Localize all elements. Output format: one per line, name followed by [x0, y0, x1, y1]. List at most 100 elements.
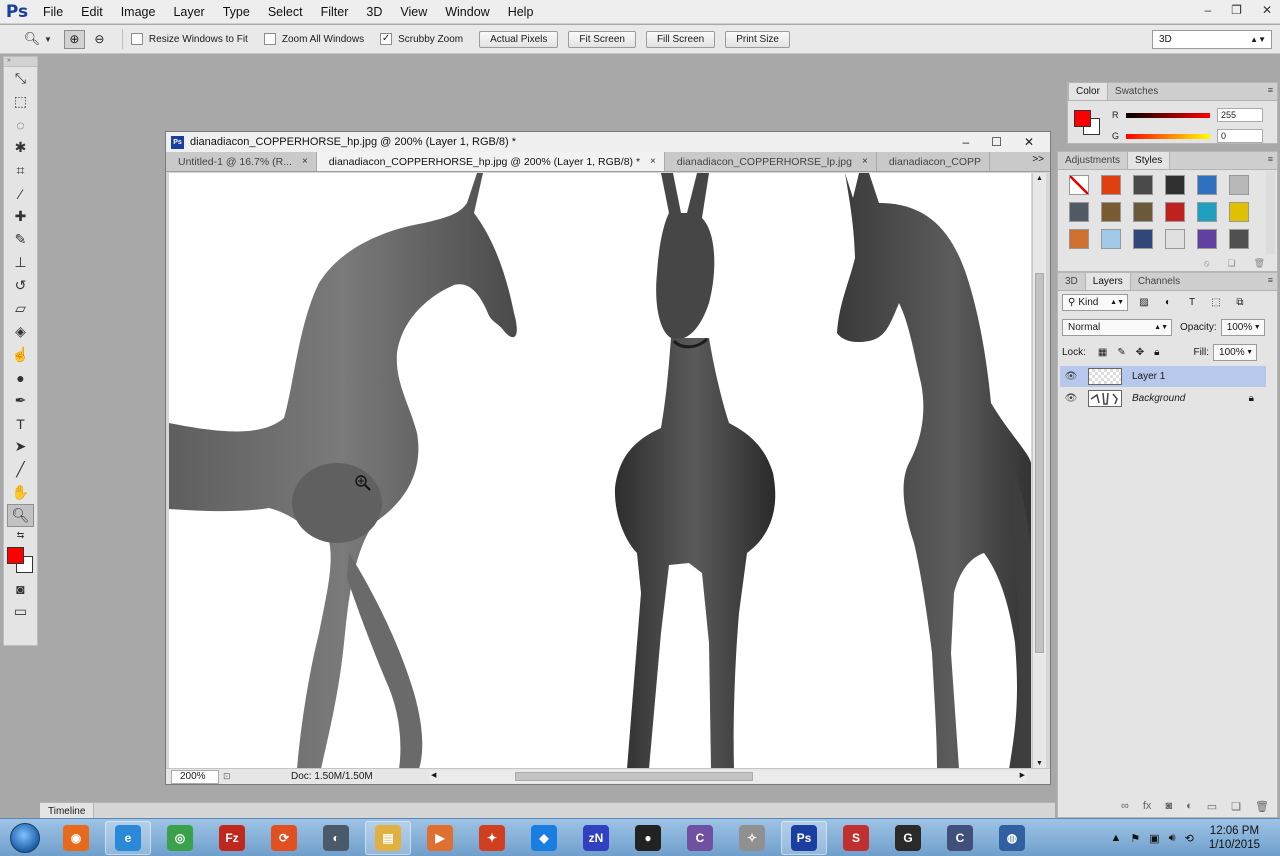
smart-object-filter-icon[interactable]: ⧉ [1232, 295, 1248, 311]
workspace-select[interactable]: 3D ▲▼ [1152, 30, 1272, 49]
network-icon[interactable]: ▣ [1149, 832, 1159, 845]
quick-select-tool-icon[interactable]: ✱ [4, 136, 37, 159]
scroll-right-icon[interactable]: ▶ [1020, 771, 1025, 779]
dodge-tool-icon[interactable]: ● [4, 366, 37, 389]
vertical-scrollbar[interactable]: ▲ ▼ [1032, 173, 1046, 769]
app-orange-taskbar-button[interactable]: ⟳ [261, 821, 307, 855]
tab-swatches[interactable]: Swatches [1108, 83, 1165, 100]
checkbox-box[interactable] [263, 33, 276, 45]
style-swatch[interactable] [1165, 202, 1185, 222]
style-swatch[interactable] [1101, 229, 1121, 249]
red-channel-slider[interactable] [1126, 112, 1210, 118]
adjustment-layer-filter-icon[interactable]: ◐ [1160, 295, 1176, 311]
shape-layer-filter-icon[interactable]: ⬚ [1208, 295, 1224, 311]
layer-row-layer-1[interactable]: 👁︎ Layer 1 [1060, 366, 1266, 387]
visibility-eye-icon[interactable]: 👁︎ [1060, 393, 1082, 404]
clock[interactable]: 12:06 PM 1/10/2015 [1209, 824, 1260, 852]
volume-icon[interactable]: 🔊︎ [1169, 832, 1176, 845]
toolbox-grip[interactable]: » [4, 57, 37, 67]
path-selection-tool-icon[interactable]: ➤ [4, 435, 37, 458]
doc-tab-copperhorse-lp[interactable]: dianadiacon_COPPERHORSE_lp.jpg × [665, 152, 877, 171]
tab-channels[interactable]: Channels [1131, 273, 1187, 290]
healing-brush-tool-icon[interactable]: ✚ [4, 205, 37, 228]
zoom-out-button[interactable]: ⊖ [89, 30, 110, 49]
horizontal-scrollbar[interactable]: ◀ ▶ [429, 771, 1027, 783]
swap-colors-icon[interactable]: ⇆ [4, 527, 37, 543]
fit-screen-button[interactable]: Fit Screen [568, 30, 636, 48]
app-s-taskbar-button[interactable]: S [833, 821, 879, 855]
tabs-overflow-button[interactable]: >> [1032, 154, 1044, 165]
app-purple-taskbar-button[interactable]: C [677, 821, 723, 855]
scrubby-zoom-checkbox[interactable]: ✓ Scrubby Zoom [380, 33, 463, 45]
pixel-layer-filter-icon[interactable]: ▨ [1136, 295, 1152, 311]
app-c-taskbar-button[interactable]: C [937, 821, 983, 855]
menu-image[interactable]: Image [112, 0, 165, 24]
document-canvas[interactable] [169, 173, 1031, 769]
app-character-taskbar-button[interactable]: ● [625, 821, 671, 855]
move-tool-icon[interactable]: ⤡ [4, 67, 37, 90]
fill-screen-button[interactable]: Fill Screen [645, 30, 716, 48]
doc-close-button[interactable]: ✕ [1024, 135, 1034, 149]
style-swatch[interactable] [1229, 175, 1249, 195]
zoom-in-button[interactable]: ⊕ [63, 29, 85, 49]
quick-mask-icon[interactable]: ◙ [4, 577, 37, 600]
screen-mode-icon[interactable]: ▭ [4, 600, 37, 623]
close-tab-icon[interactable]: × [650, 156, 656, 167]
lock-transparency-icon[interactable]: ▦ [1098, 347, 1107, 358]
styles-scrollbar[interactable] [1266, 171, 1275, 254]
menu-view[interactable]: View [391, 0, 436, 24]
new-style-icon[interactable]: ❏ [1227, 258, 1235, 269]
panel-menu-icon[interactable]: ≡ [1268, 154, 1273, 164]
app-sphere-taskbar-button[interactable]: ◍ [989, 821, 1035, 855]
menu-edit[interactable]: Edit [72, 0, 112, 24]
restore-button[interactable]: ❐ [1231, 3, 1242, 17]
scroll-left-icon[interactable]: ◀ [431, 771, 436, 779]
tab-color[interactable]: Color [1068, 83, 1108, 100]
visibility-eye-icon[interactable]: 👁︎ [1060, 371, 1082, 382]
tab-timeline[interactable]: Timeline [40, 803, 95, 819]
zoom-all-windows-checkbox[interactable]: Zoom All Windows [263, 33, 364, 45]
style-swatch[interactable] [1133, 175, 1153, 195]
line-tool-icon[interactable]: ╱ [4, 458, 37, 481]
chrome-taskbar-button[interactable]: ◎ [157, 821, 203, 855]
close-tab-icon[interactable]: × [302, 156, 308, 167]
media-player-taskbar-button[interactable]: ▶ [417, 821, 463, 855]
style-swatch[interactable] [1069, 175, 1089, 195]
close-button[interactable]: ✕ [1262, 3, 1272, 17]
panel-menu-icon[interactable]: ≡ [1268, 275, 1273, 285]
type-tool-icon[interactable]: T [4, 412, 37, 435]
style-swatch[interactable] [1101, 175, 1121, 195]
sync-icon[interactable]: ⟲ [1185, 832, 1194, 845]
style-swatch[interactable] [1229, 202, 1249, 222]
scroll-up-icon[interactable]: ▲ [1036, 175, 1043, 182]
menu-select[interactable]: Select [259, 0, 312, 24]
style-swatch[interactable] [1197, 175, 1217, 195]
brush-tool-icon[interactable]: ✎ [4, 228, 37, 251]
photoshop-taskbar-button[interactable]: Ps [781, 820, 827, 855]
tab-adjustments[interactable]: Adjustments [1058, 152, 1127, 169]
clear-style-icon[interactable]: ⦸ [1204, 258, 1210, 269]
smudge-tool-icon[interactable]: ☝ [4, 343, 37, 366]
opacity-field[interactable]: 100% ▼ [1220, 319, 1265, 336]
menu-window[interactable]: Window [436, 0, 498, 24]
lasso-tool-icon[interactable]: ◌ [4, 113, 37, 136]
style-swatch[interactable] [1197, 229, 1217, 249]
print-size-button[interactable]: Print Size [725, 30, 790, 48]
history-brush-tool-icon[interactable]: ↺ [4, 274, 37, 297]
pen-tool-icon[interactable]: ✒ [4, 389, 37, 412]
layer-filter-select[interactable]: ⚲ Kind ▲▼ [1062, 294, 1128, 311]
app-red-taskbar-button[interactable]: ✦ [469, 821, 515, 855]
zoom-level-field[interactable]: 200% [171, 769, 219, 784]
fill-field[interactable]: 100% ▼ [1213, 344, 1258, 361]
zoom-tool-preset-icon[interactable]: 🔍︎ [22, 30, 42, 48]
eyedropper-tool-icon[interactable]: ⁄ [4, 182, 37, 205]
checkbox-box-checked[interactable]: ✓ [380, 33, 393, 45]
checkbox-box[interactable] [130, 33, 143, 45]
style-swatch[interactable] [1197, 202, 1217, 222]
group-layers-icon[interactable]: ▭ [1207, 800, 1217, 813]
type-layer-filter-icon[interactable]: T [1184, 295, 1200, 311]
marquee-tool-icon[interactable]: ⬚ [4, 90, 37, 113]
eraser-tool-icon[interactable]: ▱ [4, 297, 37, 320]
blend-mode-select[interactable]: Normal ▲▼ [1062, 319, 1172, 336]
style-swatch[interactable] [1069, 229, 1089, 249]
